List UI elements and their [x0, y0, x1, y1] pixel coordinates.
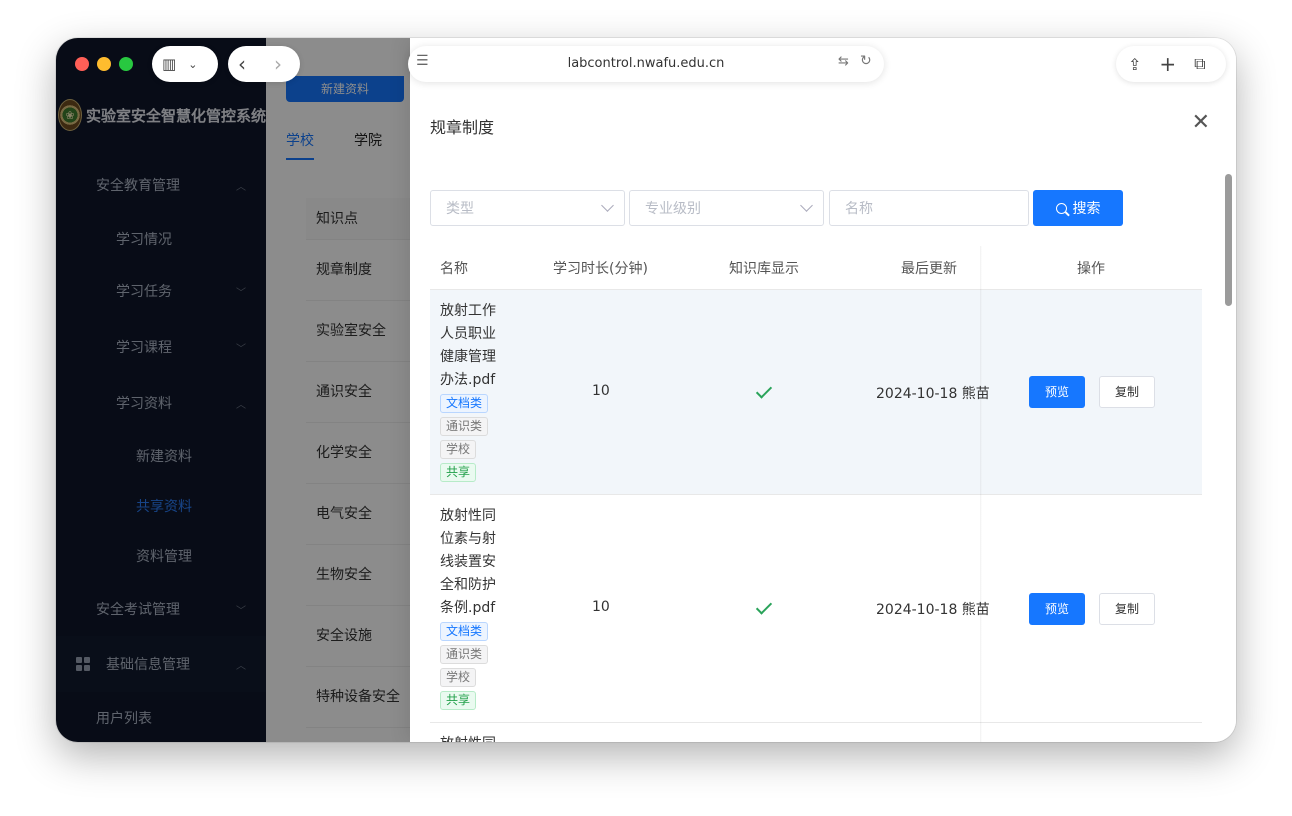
updated-cell: 2024-10-18 熊苗 [876, 602, 990, 618]
search-icon [1055, 202, 1067, 214]
chevron-down-icon[interactable]: ⌄ [188, 58, 197, 71]
tag-doc: 文档类 [440, 622, 489, 641]
table-row: 放射性同位素与射线装置安全和防护条例.pdf 文档类 通识类 学校 共享 10 … [430, 495, 1202, 723]
back-arrow-icon[interactable]: ‹ [238, 52, 246, 76]
material-name[interactable]: 放射性同位素与射线装置安全和防护条例.pdf [440, 505, 504, 620]
table-row: 放射工作人员职业健康管理办法.pdf 文档类 通识类 学校 共享 10 2024… [430, 290, 1202, 495]
tab-overview-icon[interactable]: ⧉ [1194, 54, 1205, 74]
search-button-label: 搜索 [1072, 201, 1101, 217]
updated-cell: 2024-10-18 熊苗 [876, 386, 990, 402]
tag-scope: 学校 [440, 440, 477, 459]
browser-toolbar: ▥ ⌄ ‹ › ☰ labcontrol.nwafu.edu.cn ⇆ ↻ ⇪ … [56, 38, 1236, 90]
duration-cell: 10 [592, 599, 610, 615]
chevron-down-icon [800, 199, 813, 212]
column-header: 操作 [1077, 260, 1105, 277]
tag-doc: 文档类 [440, 394, 489, 413]
close-window-button[interactable] [75, 57, 89, 71]
table-header: 名称 学习时长(分钟) 知识库显示 最后更新 操作 [430, 246, 1202, 290]
preview-button[interactable]: 预览 [1029, 593, 1085, 625]
material-name[interactable]: 放射性同 [440, 733, 504, 742]
level-select[interactable]: 专业级别 [629, 190, 824, 226]
table-row: 放射性同 [430, 723, 1202, 742]
material-name-cell: 放射性同 [440, 733, 504, 742]
translate-icon[interactable]: ⇆ [838, 54, 849, 69]
material-name-cell: 放射工作人员职业健康管理办法.pdf 文档类 通识类 学校 共享 [440, 300, 504, 484]
tag-shared: 共享 [440, 691, 477, 710]
forward-arrow-icon[interactable]: › [274, 52, 282, 76]
modal-overlay[interactable] [56, 38, 410, 742]
fixed-column-divider [980, 246, 982, 742]
check-icon [755, 382, 773, 399]
chevron-down-icon [601, 199, 614, 212]
copy-button[interactable]: 复制 [1099, 593, 1155, 625]
reload-icon[interactable]: ↻ [860, 53, 872, 69]
sidebar-icon[interactable]: ▥ [162, 55, 176, 73]
sidebar-toggle-group[interactable]: ▥ ⌄ [152, 46, 218, 82]
check-icon [755, 598, 773, 615]
new-tab-plus-icon[interactable]: + [1159, 52, 1176, 76]
minimize-window-button[interactable] [97, 57, 111, 71]
tag-category: 通识类 [440, 645, 489, 664]
materials-table: 名称 学习时长(分钟) 知识库显示 最后更新 操作 放射工作人员职业健康管理办法… [430, 246, 1202, 742]
column-header: 名称 [440, 260, 468, 277]
nav-buttons: ‹ › [228, 46, 300, 82]
browser-window: ❀ 实验室安全智慧化管控系统 安全教育管理 ︿ 学习情况 学习任务 ﹀ 学习课程… [56, 38, 1236, 742]
address-bar[interactable]: ☰ labcontrol.nwafu.edu.cn ⇆ ↻ [408, 46, 884, 82]
column-header: 学习时长(分钟) [553, 260, 648, 277]
material-name[interactable]: 放射工作人员职业健康管理办法.pdf [440, 300, 504, 392]
level-select-placeholder: 专业级别 [645, 201, 701, 217]
search-button[interactable]: 搜索 [1033, 190, 1123, 226]
url-text[interactable]: labcontrol.nwafu.edu.cn [408, 56, 884, 71]
type-select-placeholder: 类型 [446, 201, 474, 217]
material-name-cell: 放射性同位素与射线装置安全和防护条例.pdf 文档类 通识类 学校 共享 [440, 505, 504, 712]
vertical-scrollbar[interactable] [1225, 174, 1232, 306]
name-input[interactable]: 名称 [829, 190, 1029, 226]
column-header: 知识库显示 [729, 260, 799, 277]
tag-category: 通识类 [440, 417, 489, 436]
tag-shared: 共享 [440, 463, 477, 482]
toolbar-actions: ⇪ + ⧉ [1116, 46, 1226, 82]
type-select[interactable]: 类型 [430, 190, 625, 226]
regulations-drawer: 规章制度 ✕ 类型 专业级别 名称 搜索 名称 学习时长(分钟) 知识库显示 最… [410, 38, 1236, 742]
share-icon[interactable]: ⇪ [1128, 55, 1141, 74]
tag-scope: 学校 [440, 668, 477, 687]
drawer-title: 规章制度 [430, 118, 495, 137]
duration-cell: 10 [592, 383, 610, 399]
name-input-placeholder: 名称 [845, 201, 873, 217]
copy-button[interactable]: 复制 [1099, 376, 1155, 408]
maximize-window-button[interactable] [119, 57, 133, 71]
column-header: 最后更新 [901, 260, 957, 277]
close-icon[interactable]: ✕ [1192, 110, 1210, 135]
preview-button[interactable]: 预览 [1029, 376, 1085, 408]
